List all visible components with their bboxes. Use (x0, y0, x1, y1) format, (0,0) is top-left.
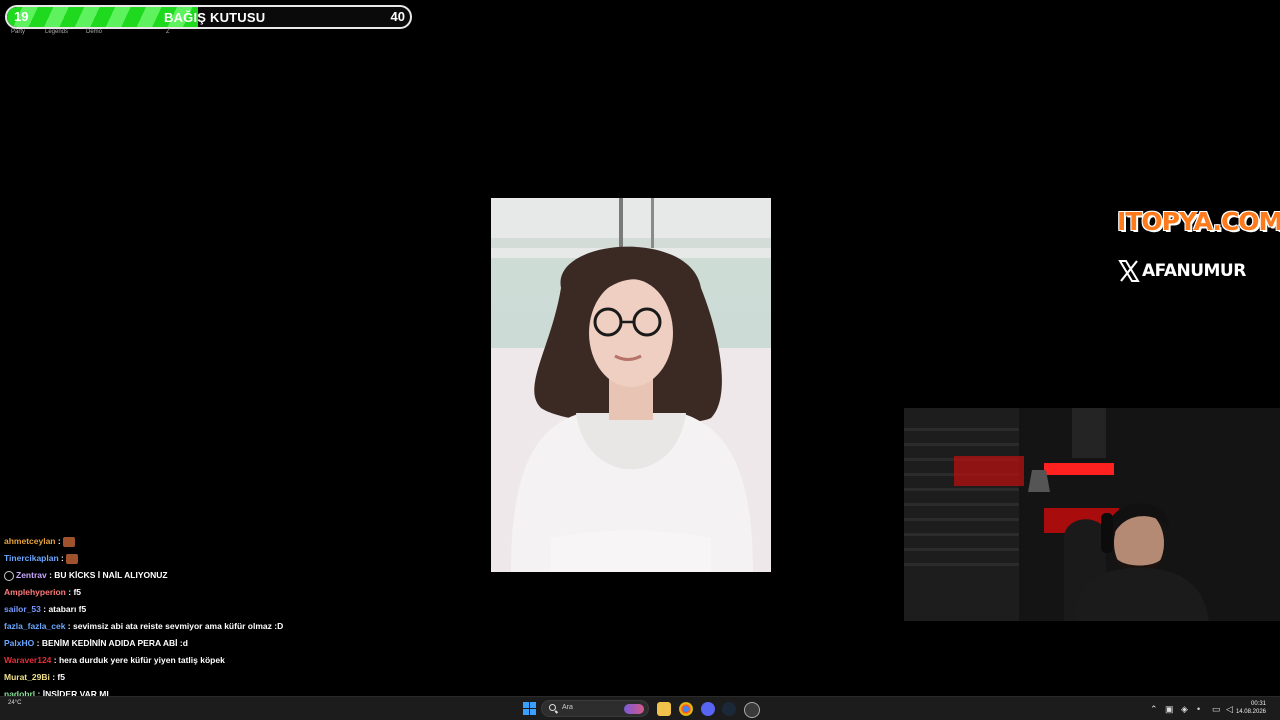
milestone-label: Z (166, 29, 170, 35)
emote-icon (63, 536, 76, 547)
emote-icon (66, 553, 79, 564)
donation-title: BAĞIŞ KUTUSU (164, 10, 266, 25)
system-clock[interactable]: 00:31 14.08.2026 (1236, 700, 1266, 716)
chat-username[interactable]: Waraver124 (4, 655, 51, 665)
chat-username[interactable]: Amplehyperion (4, 587, 66, 597)
donation-current-value: 19 (14, 9, 29, 24)
chat-message-text: atabarı f5 (48, 604, 87, 614)
chat-message: PalxHO : BENİM KEDİNİN ADIDA PERA ABİ :d (0, 635, 340, 652)
shared-portrait-image (491, 198, 771, 572)
chat-message: fazla_fazla_cek : sevimsiz abi ata reist… (0, 618, 340, 635)
search-placeholder: Ara (562, 704, 573, 711)
chat-username[interactable]: ahmetceylan (4, 536, 56, 546)
donation-milestones: Party Legends Demo Z (5, 29, 412, 39)
chat-username[interactable]: fazla_fazla_cek (4, 621, 65, 631)
clock-date: 14.08.2026 (1235, 709, 1266, 715)
chat-message-text: hera durduk yere küfür yiyen tatliş köpe… (58, 655, 225, 665)
discord-icon[interactable] (701, 702, 715, 716)
chat-message: Amplehyperion : f5 (0, 584, 340, 601)
chat-overlay: ahmetceylan : Tinercikaplan : Zentrav : … (0, 533, 340, 718)
x-icon (1118, 260, 1140, 282)
chat-separator: : (65, 621, 73, 631)
chat-message: Waraver124 : hera durduk yere küfür yiye… (0, 652, 340, 669)
donation-goal-value: 40 (390, 9, 405, 24)
windows-taskbar: 24°C Ara ⌃ ▣ ◈ • ▭ ◁ 00:31 14.08.2026 (0, 696, 1280, 720)
chat-username[interactable]: PalxHO (4, 638, 34, 648)
chevron-up-icon[interactable]: ⌃ (1150, 704, 1158, 715)
chat-separator: : (55, 536, 64, 546)
obs-icon[interactable] (744, 702, 760, 718)
webcam-feed (904, 408, 1280, 621)
chat-separator: : (58, 553, 67, 563)
chat-message: Tinercikaplan : (0, 550, 340, 567)
monitor-icon[interactable]: ▭ (1212, 704, 1221, 715)
chat-username[interactable]: Zentrav (16, 570, 47, 580)
chat-message-text: sevimsiz abi ata reiste sevmiyor ama küf… (73, 621, 284, 631)
milestone-label: Demo (86, 29, 103, 35)
weather-widget[interactable]: 24°C (8, 700, 21, 706)
chat-username[interactable]: sailor_53 (4, 604, 41, 614)
chrome-icon[interactable] (679, 702, 693, 716)
social-handle-text: AFANUMUR (1142, 261, 1246, 281)
chat-message-text: BENİM KEDİNİN ADIDA PERA ABİ :d (41, 638, 188, 648)
microphone-icon[interactable]: • (1197, 704, 1200, 714)
taskbar-search[interactable]: Ara (541, 700, 649, 717)
chat-message: Zentrav : BU KİCKS İ NAİL ALIYONUZ (0, 567, 340, 584)
chat-message-text: f5 (57, 672, 65, 682)
chat-separator: : (34, 638, 42, 648)
chat-message-text: f5 (73, 587, 81, 597)
chat-message-text: BU KİCKS İ NAİL ALIYONUZ (54, 570, 168, 580)
shield-icon[interactable]: ◈ (1181, 704, 1188, 715)
milestone-label: Party (11, 29, 26, 35)
start-button[interactable] (523, 702, 536, 715)
chat-message: Murat_29Bi : f5 (0, 669, 340, 686)
chat-username[interactable]: Murat_29Bi (4, 672, 50, 682)
search-highlight-icon (624, 704, 644, 714)
chat-separator: : (51, 655, 59, 665)
clock-time: 00:31 (1250, 701, 1266, 707)
donation-progress-bar: 19 BAĞIŞ KUTUSU 40 (5, 5, 412, 29)
social-handle-badge: AFANUMUR (1117, 259, 1246, 283)
speaker-icon[interactable]: ◁ (1226, 704, 1233, 715)
file-explorer-icon[interactable] (657, 702, 671, 716)
search-icon (549, 704, 556, 711)
user-badge-icon (4, 570, 14, 581)
network-icon[interactable]: ▣ (1165, 704, 1174, 715)
milestone-label: Legends (45, 29, 69, 35)
chat-message: ahmetceylan : (0, 533, 340, 550)
itopya-logo: ITOPYA.COM (1117, 207, 1280, 236)
chat-username[interactable]: Tinercikaplan (4, 553, 59, 563)
chat-message: sailor_53 : atabarı f5 (0, 601, 340, 618)
steam-icon[interactable] (722, 702, 736, 716)
